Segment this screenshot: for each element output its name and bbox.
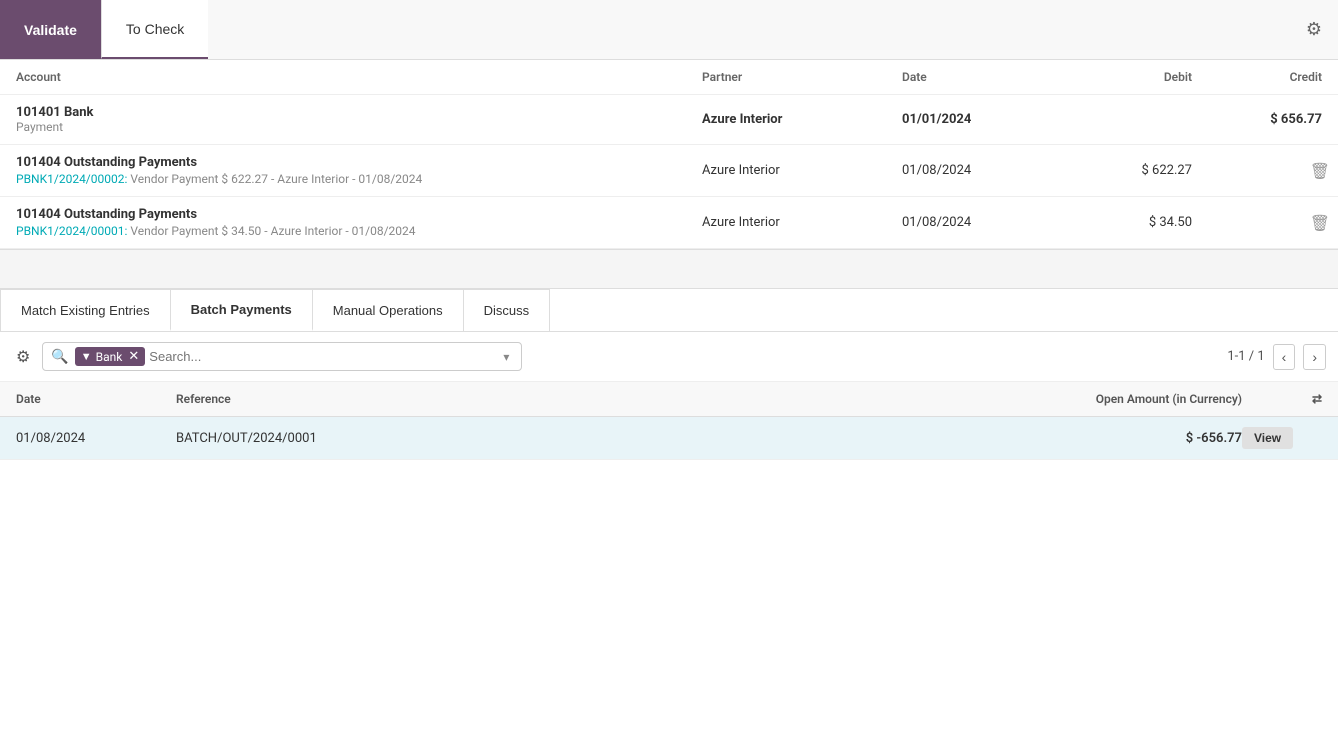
- account-name: 101404 Outstanding Payments: [16, 207, 702, 222]
- col-partner: Partner: [702, 70, 902, 84]
- settings-icon[interactable]: ⚙: [1290, 0, 1338, 59]
- pagination-prev-button[interactable]: ‹: [1273, 344, 1296, 370]
- tab-manual-operations[interactable]: Manual Operations: [312, 289, 464, 331]
- col-account: Account: [16, 70, 702, 84]
- table-row: 101404 Outstanding Payments PBNK1/2024/0…: [0, 145, 1338, 197]
- filter-icon: ▼: [81, 350, 92, 363]
- result-reference: BATCH/OUT/2024/0001: [176, 431, 1042, 446]
- date-cell: 01/08/2024: [902, 215, 1062, 230]
- account-cell: 101404 Outstanding Payments PBNK1/2024/0…: [16, 207, 702, 238]
- top-tab-bar: Validate To Check ⚙: [0, 0, 1338, 60]
- table-header-row: Account Partner Date Debit Credit: [0, 60, 1338, 95]
- tab-discuss[interactable]: Discuss: [463, 289, 551, 331]
- table-row: 101401 Bank Payment Azure Interior 01/01…: [0, 95, 1338, 145]
- view-button[interactable]: View: [1242, 427, 1293, 449]
- table-row: 101404 Outstanding Payments PBNK1/2024/0…: [0, 197, 1338, 249]
- to-check-tab[interactable]: To Check: [101, 0, 208, 59]
- search-icon: 🔍: [51, 349, 68, 365]
- col-date: Date: [902, 70, 1062, 84]
- result-col-settings-icon[interactable]: ⇄: [1242, 392, 1322, 406]
- col-debit: Debit: [1062, 70, 1192, 84]
- result-view-cell: View: [1242, 427, 1322, 449]
- pagination: 1-1 / 1 ‹ ›: [1227, 344, 1326, 370]
- account-sub: Payment: [16, 120, 702, 134]
- search-input[interactable]: [145, 347, 499, 366]
- filter-label: Bank: [96, 350, 123, 364]
- partner-cell: Azure Interior: [702, 215, 902, 230]
- account-link[interactable]: PBNK1/2024/00002: Vendor Payment $ 622.2…: [16, 172, 702, 186]
- account-name: 101404 Outstanding Payments: [16, 155, 702, 170]
- tab-batch-payments[interactable]: Batch Payments: [170, 289, 313, 331]
- search-row: ⚙ 🔍 ▼ Bank ✕ ▾ 1-1 / 1 ‹ ›: [0, 332, 1338, 382]
- result-col-date: Date: [16, 392, 176, 406]
- partner-cell: Azure Interior: [702, 163, 902, 178]
- bottom-tab-bar: Match Existing Entries Batch Payments Ma…: [0, 289, 1338, 332]
- search-bar: 🔍 ▼ Bank ✕ ▾: [42, 342, 522, 371]
- account-name: 101401 Bank: [16, 105, 702, 120]
- result-date: 01/08/2024: [16, 431, 176, 446]
- credit-cell: $ 656.77: [1192, 112, 1322, 127]
- validate-button[interactable]: Validate: [0, 0, 101, 59]
- tab-match-existing[interactable]: Match Existing Entries: [0, 289, 171, 331]
- col-credit: Credit: [1192, 70, 1322, 84]
- date-cell: 01/01/2024: [902, 112, 1062, 127]
- amount-cell-wrapper: $ -656.77: [1042, 431, 1242, 446]
- gear-button[interactable]: ⚙: [12, 343, 34, 371]
- pagination-next-button[interactable]: ›: [1303, 344, 1326, 370]
- partner-cell: Azure Interior: [702, 112, 902, 127]
- main-table: Account Partner Date Debit Credit 101401…: [0, 60, 1338, 249]
- filter-tag: ▼ Bank ✕: [75, 347, 146, 366]
- account-link[interactable]: PBNK1/2024/00001: Vendor Payment $ 34.50…: [16, 224, 702, 238]
- result-amount-value: $ -656.77: [1186, 431, 1242, 446]
- debit-cell: $ 622.27: [1062, 163, 1192, 178]
- account-cell: 101404 Outstanding Payments PBNK1/2024/0…: [16, 155, 702, 186]
- account-cell: 101401 Bank Payment: [16, 105, 702, 134]
- result-table-row: 01/08/2024 BATCH/OUT/2024/0001 $ -656.77…: [0, 417, 1338, 460]
- delete-icon[interactable]: 🗑: [1310, 213, 1330, 232]
- chevron-down-icon[interactable]: ▾: [499, 350, 513, 364]
- filter-close-icon[interactable]: ✕: [128, 349, 139, 364]
- result-amount: $ -656.77: [1042, 431, 1242, 446]
- delete-icon[interactable]: 🗑: [1310, 161, 1330, 180]
- result-col-open-amount: Open Amount (in Currency): [1042, 392, 1242, 406]
- section-divider: [0, 249, 1338, 289]
- debit-cell: $ 34.50: [1062, 215, 1192, 230]
- date-cell: 01/08/2024: [902, 163, 1062, 178]
- pagination-text: 1-1 / 1: [1227, 349, 1264, 364]
- result-col-reference: Reference: [176, 392, 1042, 406]
- result-table-header: Date Reference Open Amount (in Currency)…: [0, 382, 1338, 417]
